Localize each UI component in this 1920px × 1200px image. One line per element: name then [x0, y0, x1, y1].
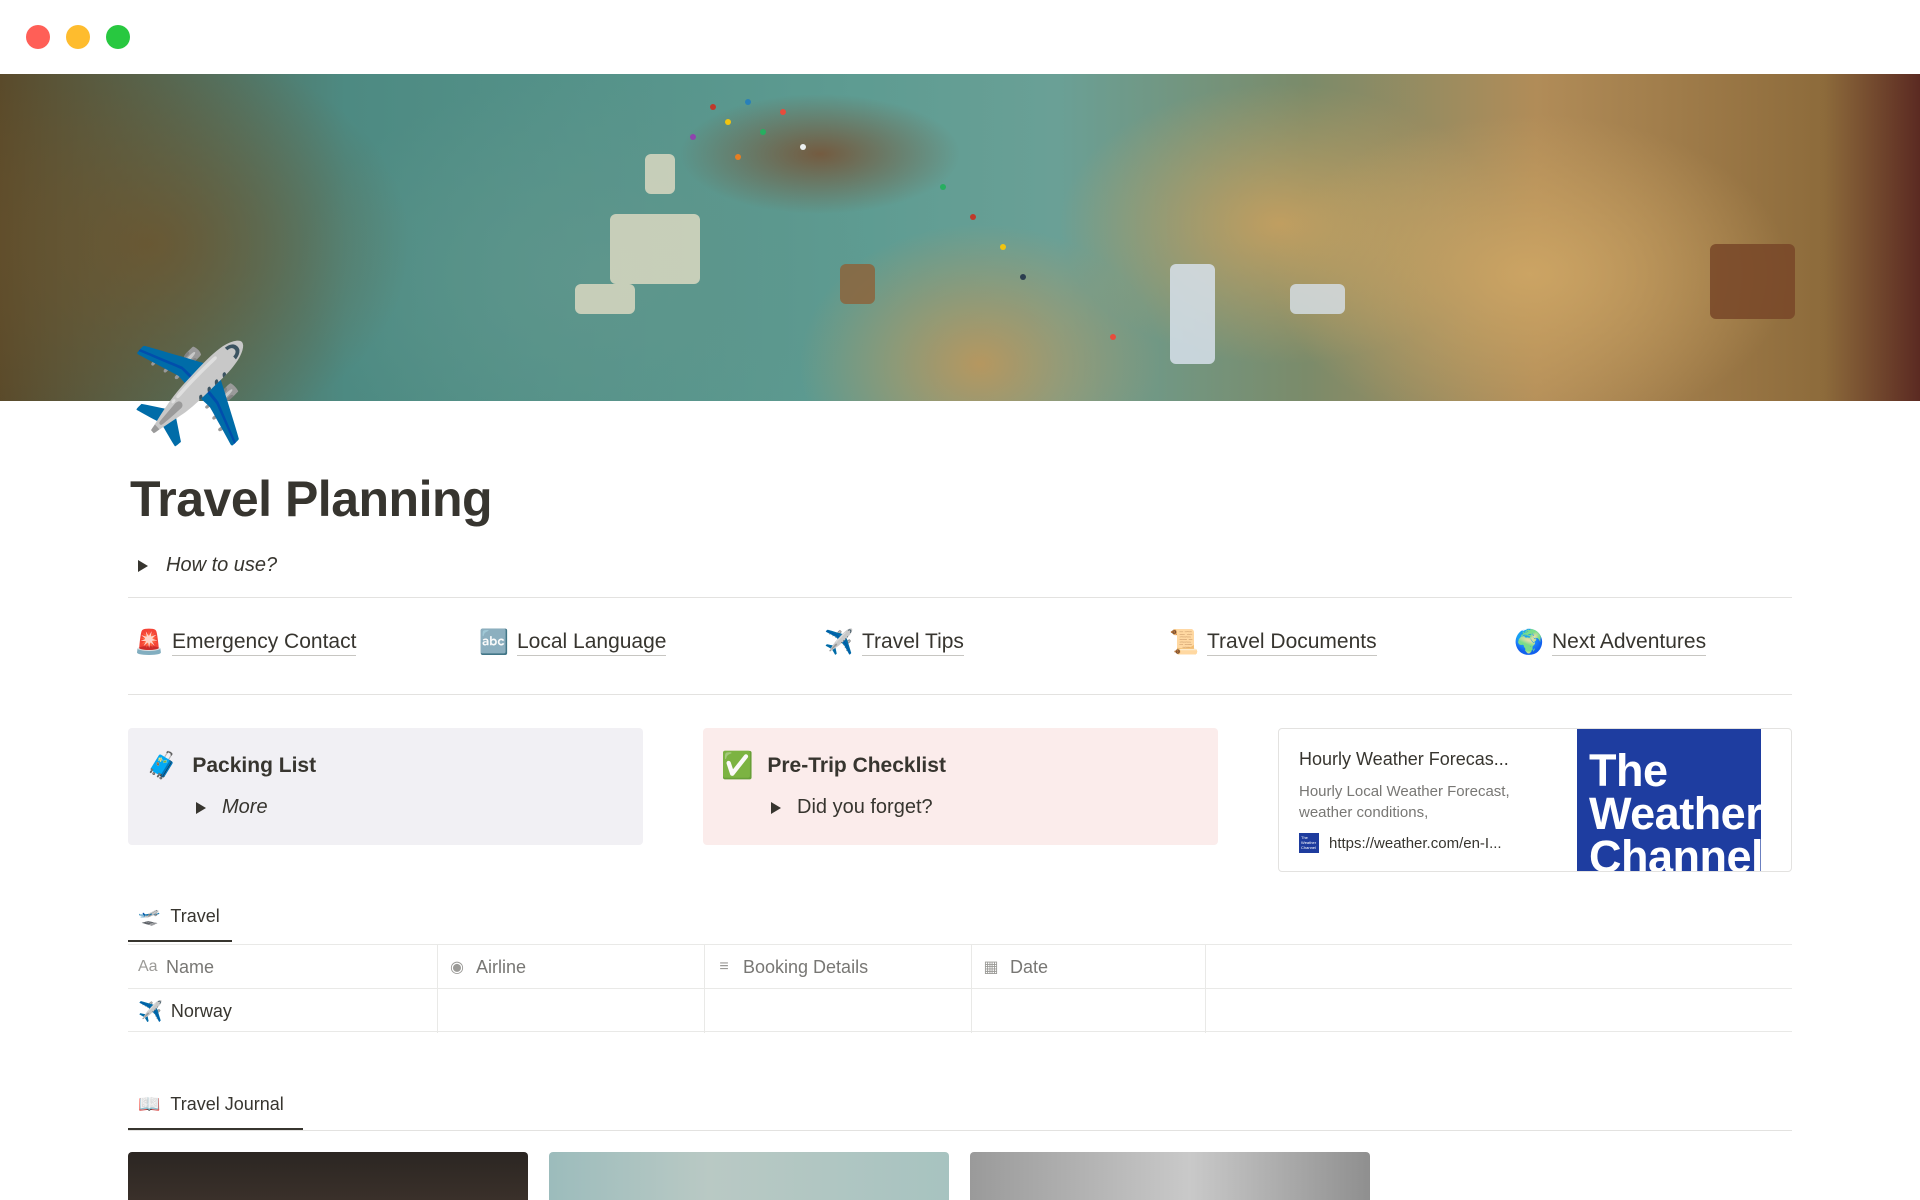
weather-bookmark[interactable]: Hourly Weather Forecas... Hourly Local W… — [1278, 728, 1792, 872]
book-icon: 📖 — [138, 1094, 161, 1114]
toggle-label: Did you forget? — [797, 796, 933, 818]
triangle-right-icon[interactable] — [771, 801, 781, 814]
toggle-label: More — [222, 796, 268, 818]
did-you-forget-toggle[interactable]: Did you forget? — [771, 796, 933, 819]
map-patch — [1710, 244, 1795, 319]
column-label: Airline — [476, 956, 527, 977]
triangle-right-icon[interactable] — [138, 559, 148, 572]
map-pin — [725, 119, 731, 125]
minimize-window-button[interactable] — [66, 25, 90, 49]
bookmark-title: Hourly Weather Forecas... — [1299, 749, 1509, 769]
map-pin — [1110, 334, 1116, 340]
packing-list-callout[interactable]: 🧳 Packing List More — [128, 728, 643, 845]
map-pin — [940, 184, 946, 190]
luggage-icon: 🧳 — [146, 750, 179, 780]
map-pin — [800, 144, 806, 150]
maximize-window-button[interactable] — [106, 25, 130, 49]
link-label: Emergency Contact — [172, 630, 357, 656]
tab-travel-journal[interactable]: 📖 Travel Journal — [138, 1094, 284, 1115]
triangle-right-icon[interactable] — [196, 801, 206, 814]
toggle-label: How to use? — [166, 554, 278, 576]
column-label: Name — [166, 956, 215, 977]
pre-trip-checklist-callout[interactable]: ✅ Pre-Trip Checklist Did you forget? — [703, 728, 1218, 845]
link-label: Local Language — [517, 630, 667, 656]
departure-icon: 🛫 — [138, 906, 161, 926]
bookmark-description: Hourly Local Weather Forecast, weather c… — [1299, 783, 1510, 821]
callout-title: Packing List — [192, 753, 317, 777]
globe-icon: 🌍 — [1514, 629, 1544, 656]
map-patch — [1290, 284, 1345, 314]
select-type-icon: ◉ — [450, 959, 464, 976]
travel-table: Aa Name ◉ Airline ≡ Booking Details ▦ Da… — [128, 944, 1792, 1033]
link-emergency-contact[interactable]: 🚨 Emergency Contact — [134, 628, 357, 657]
map-pin — [745, 99, 751, 105]
map-patch — [1170, 264, 1215, 364]
siren-icon: 🚨 — [134, 629, 164, 656]
more-toggle[interactable]: More — [196, 796, 268, 819]
tab-label: Travel Journal — [170, 1094, 284, 1114]
map-pin — [1000, 244, 1006, 250]
divider — [128, 597, 1792, 598]
window-titlebar — [0, 0, 1920, 74]
column-header-booking-details[interactable]: ≡ Booking Details — [705, 945, 972, 989]
active-tab-indicator — [128, 940, 232, 942]
how-to-use-toggle[interactable]: How to use? — [138, 554, 277, 577]
page-airplane-icon[interactable]: ✈️ — [130, 340, 250, 450]
link-travel-documents[interactable]: 📜 Travel Documents — [1169, 628, 1377, 657]
weather-channel-favicon: The Weather Channel — [1299, 833, 1319, 853]
map-pin — [735, 154, 741, 160]
tab-label: Travel — [170, 906, 220, 926]
journal-card[interactable] — [970, 1152, 1370, 1200]
link-next-adventures[interactable]: 🌍 Next Adventures — [1514, 628, 1707, 657]
text-type-icon: Aa — [138, 958, 158, 975]
map-patch — [610, 214, 700, 284]
map-pin — [690, 134, 696, 140]
table-row[interactable]: ✈️ Norway — [128, 988, 1792, 1033]
link-local-language[interactable]: 🔤 Local Language — [479, 628, 667, 657]
table-header: Aa Name ◉ Airline ≡ Booking Details ▦ Da… — [128, 944, 1792, 989]
cell-name[interactable]: ✈️ Norway — [128, 989, 438, 1033]
quick-links-row: 🚨 Emergency Contact 🔤 Local Language ✈️ … — [128, 628, 1792, 668]
cover-image[interactable] — [0, 74, 1920, 401]
column-header-date[interactable]: ▦ Date — [972, 945, 1206, 989]
column-header-airline[interactable]: ◉ Airline — [438, 945, 705, 989]
close-window-button[interactable] — [26, 25, 50, 49]
map-patch — [645, 154, 675, 194]
map-pin — [780, 109, 786, 115]
link-label: Travel Documents — [1207, 630, 1377, 656]
page-title[interactable]: Travel Planning — [130, 470, 493, 528]
bookmark-url: https://weather.com/en-I... — [1329, 834, 1502, 852]
divider — [128, 694, 1792, 695]
column-label: Booking Details — [743, 956, 869, 977]
link-travel-tips[interactable]: ✈️ Travel Tips — [824, 628, 964, 657]
callout-title: Pre-Trip Checklist — [767, 753, 946, 777]
cell-date[interactable] — [972, 989, 1206, 1033]
link-label: Next Adventures — [1552, 630, 1707, 656]
check-mark-icon: ✅ — [721, 750, 754, 780]
weather-channel-logo: The Weather Channel — [1577, 729, 1761, 871]
tab-travel[interactable]: 🛫 Travel — [138, 906, 220, 927]
map-pin — [970, 214, 976, 220]
text-lines-icon: ≡ — [719, 958, 729, 975]
airplane-icon: ✈️ — [138, 1000, 163, 1023]
scroll-icon: 📜 — [1169, 629, 1199, 656]
map-pin — [710, 104, 716, 110]
divider — [128, 1130, 1792, 1131]
column-label: Date — [1010, 956, 1049, 977]
airplane-icon: ✈️ — [824, 629, 854, 656]
map-patch — [840, 264, 875, 304]
abc-icon: 🔤 — [479, 629, 509, 656]
column-header-name[interactable]: Aa Name — [128, 945, 438, 989]
cell-airline[interactable] — [438, 989, 705, 1033]
row-name: Norway — [170, 1000, 232, 1021]
cell-booking-details[interactable] — [705, 989, 972, 1033]
journal-card[interactable] — [128, 1152, 528, 1200]
map-patch — [575, 284, 635, 314]
calendar-icon: ▦ — [983, 959, 999, 976]
journal-card[interactable] — [549, 1152, 949, 1200]
map-pin — [760, 129, 766, 135]
link-label: Travel Tips — [862, 630, 964, 656]
map-pin — [1020, 274, 1026, 280]
